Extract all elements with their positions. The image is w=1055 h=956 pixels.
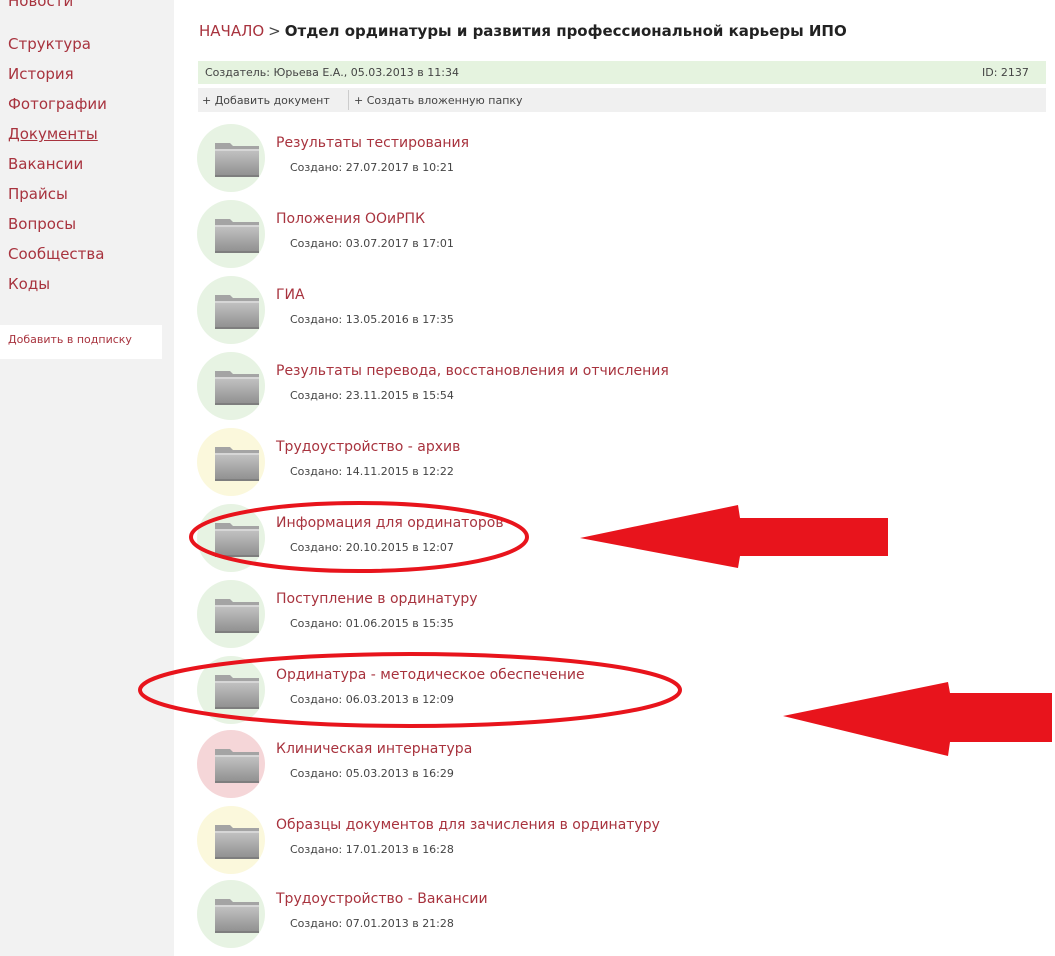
folder-icon — [214, 744, 260, 784]
add-document-button[interactable]: + Добавить документ — [202, 94, 330, 107]
page-title: Отдел ординатуры и развития профессионал… — [284, 22, 847, 40]
folder-id: ID: 2137 — [982, 66, 1029, 79]
folder-created-date: Создано: 06.03.2013 в 12:09 — [290, 693, 454, 706]
sidebar-item-history[interactable]: История — [8, 64, 74, 84]
folder-title-link[interactable]: Образцы документов для зачисления в орди… — [276, 817, 660, 833]
folder-item[interactable]: Результаты перевода, восстановления и от… — [197, 352, 817, 424]
creator-info: Создатель: Юрьева Е.А., 05.03.2013 в 11:… — [205, 66, 459, 79]
folder-icon — [214, 366, 260, 406]
folder-created-date: Создано: 07.01.2013 в 21:28 — [290, 917, 454, 930]
sidebar-item-codes[interactable]: Коды — [8, 274, 50, 294]
breadcrumb-home-link[interactable]: НАЧАЛО — [199, 22, 264, 40]
folder-title-link[interactable]: Информация для ординаторов — [276, 515, 504, 531]
folder-created-date: Создано: 20.10.2015 в 12:07 — [290, 541, 454, 554]
sidebar: Новости Структура История Фотографии Док… — [0, 0, 174, 956]
folder-item[interactable]: Результаты тестирования Создано: 27.07.2… — [197, 124, 817, 196]
breadcrumb: НАЧАЛО > Отдел ординатуры и развития профе… — [199, 22, 847, 40]
folder-icon — [214, 214, 260, 254]
folder-icon — [214, 670, 260, 710]
folder-title-link[interactable]: Клиническая интернатура — [276, 741, 472, 757]
folder-created-date: Создано: 03.07.2017 в 17:01 — [290, 237, 454, 250]
folder-title-link[interactable]: Результаты тестирования — [276, 135, 469, 151]
folder-title-link[interactable]: Поступление в ординатуру — [276, 591, 478, 607]
folder-created-date: Создано: 05.03.2013 в 16:29 — [290, 767, 454, 780]
folder-item[interactable]: ГИА Создано: 13.05.2016 в 17:35 — [197, 276, 817, 348]
folder-title-link[interactable]: Трудоустройство - Вакансии — [276, 891, 488, 907]
folder-icon — [214, 442, 260, 482]
folder-icon — [214, 518, 260, 558]
folder-title-link[interactable]: ГИА — [276, 287, 305, 303]
folder-created-date: Создано: 14.11.2015 в 12:22 — [290, 465, 454, 478]
folder-created-date: Создано: 27.07.2017 в 10:21 — [290, 161, 454, 174]
sidebar-item-vacancies[interactable]: Вакансии — [8, 154, 83, 174]
folder-item[interactable]: Поступление в ординатуру Создано: 01.06.… — [197, 580, 817, 652]
folder-created-date: Создано: 01.06.2015 в 15:35 — [290, 617, 454, 630]
folder-created-date: Создано: 23.11.2015 в 15:54 — [290, 389, 454, 402]
annotation-arrow — [783, 682, 1052, 756]
sidebar-item-prices[interactable]: Прайсы — [8, 184, 68, 204]
folder-item[interactable]: Трудоустройство - архив Создано: 14.11.2… — [197, 428, 817, 500]
folder-title-link[interactable]: Трудоустройство - архив — [276, 439, 460, 455]
folder-title-link[interactable]: Результаты перевода, восстановления и от… — [276, 363, 669, 379]
action-divider — [348, 90, 349, 110]
folder-item[interactable]: Информация для ординаторов Создано: 20.1… — [197, 504, 817, 576]
sidebar-item-structure[interactable]: Структура — [8, 34, 91, 54]
folder-icon — [214, 820, 260, 860]
sidebar-item-questions[interactable]: Вопросы — [8, 214, 76, 234]
folder-item[interactable]: Трудоустройство - Вакансии Создано: 07.0… — [197, 880, 817, 952]
folder-icon — [214, 894, 260, 934]
sidebar-item-documents[interactable]: Документы — [8, 124, 98, 144]
folder-created-date: Создано: 17.01.2013 в 16:28 — [290, 843, 454, 856]
folder-icon — [214, 290, 260, 330]
folder-title-link[interactable]: Ординатура - методическое обеспечение — [276, 667, 585, 683]
folder-item[interactable]: Положения ООиРПК Создано: 03.07.2017 в 1… — [197, 200, 817, 272]
add-subscription-link[interactable]: Добавить в подписку — [8, 333, 132, 346]
folder-created-date: Создано: 13.05.2016 в 17:35 — [290, 313, 454, 326]
sidebar-item-photos[interactable]: Фотографии — [8, 94, 107, 114]
folder-icon — [214, 594, 260, 634]
folder-title-link[interactable]: Положения ООиРПК — [276, 211, 425, 227]
breadcrumb-separator: > — [268, 22, 281, 40]
sidebar-item-news[interactable]: Новости — [8, 0, 73, 11]
folder-item[interactable]: Образцы документов для зачисления в орди… — [197, 806, 817, 878]
folder-icon — [214, 138, 260, 178]
sidebar-item-communities[interactable]: Сообщества — [8, 244, 104, 264]
create-subfolder-button[interactable]: + Создать вложенную папку — [354, 94, 523, 107]
folder-item[interactable]: Ординатура - методическое обеспечение Со… — [197, 656, 817, 728]
folder-item[interactable]: Клиническая интернатура Создано: 05.03.2… — [197, 730, 817, 802]
